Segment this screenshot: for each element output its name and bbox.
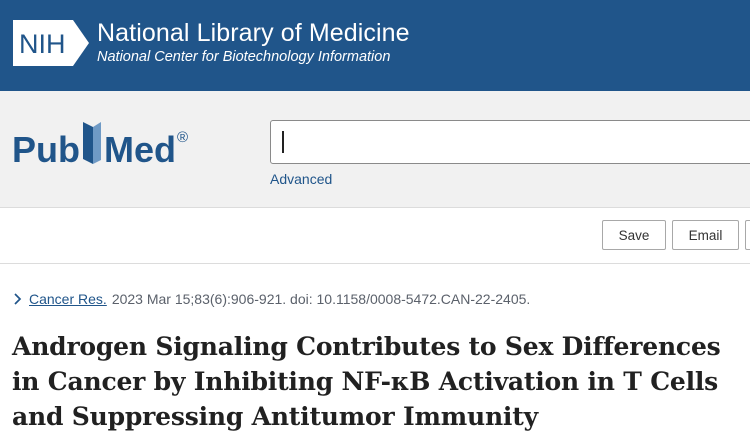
advanced-search-link[interactable]: Advanced (270, 171, 332, 187)
search-input[interactable] (270, 120, 750, 164)
chevron-right-icon[interactable] (13, 292, 23, 306)
nih-title[interactable]: National Library of Medicine (97, 19, 410, 48)
nih-header: NIH National Library of Medicine Nationa… (0, 0, 750, 91)
article-title: Androgen Signaling Contributes to Sex Di… (12, 332, 721, 431)
pubmed-logo-text: Pub (12, 129, 80, 170)
citation-details: 2023 Mar 15;83(6):906-921. doi: 10.1158/… (111, 291, 531, 307)
email-button[interactable]: Email (672, 220, 739, 250)
send-to-button[interactable] (745, 220, 750, 250)
pubmed-logo-text-end: Med (104, 129, 176, 170)
registered-mark: ® (177, 129, 188, 146)
pubmed-bookmark-fold-icon (93, 122, 101, 164)
journal-link[interactable]: Cancer Res. (29, 291, 107, 307)
nih-subtitle: National Center for Biotechnology Inform… (97, 49, 391, 65)
article-citation: Cancer Res. 2023 Mar 15;83(6):906-921. d… (13, 291, 530, 307)
save-button[interactable]: Save (602, 220, 666, 250)
nih-logo[interactable]: NIH (13, 20, 89, 66)
search-caret (282, 131, 284, 153)
pubmed-bookmark-icon (83, 122, 93, 164)
nih-logo-text: NIH (19, 29, 66, 59)
pubmed-logo[interactable]: Pub Med ® (11, 116, 193, 178)
